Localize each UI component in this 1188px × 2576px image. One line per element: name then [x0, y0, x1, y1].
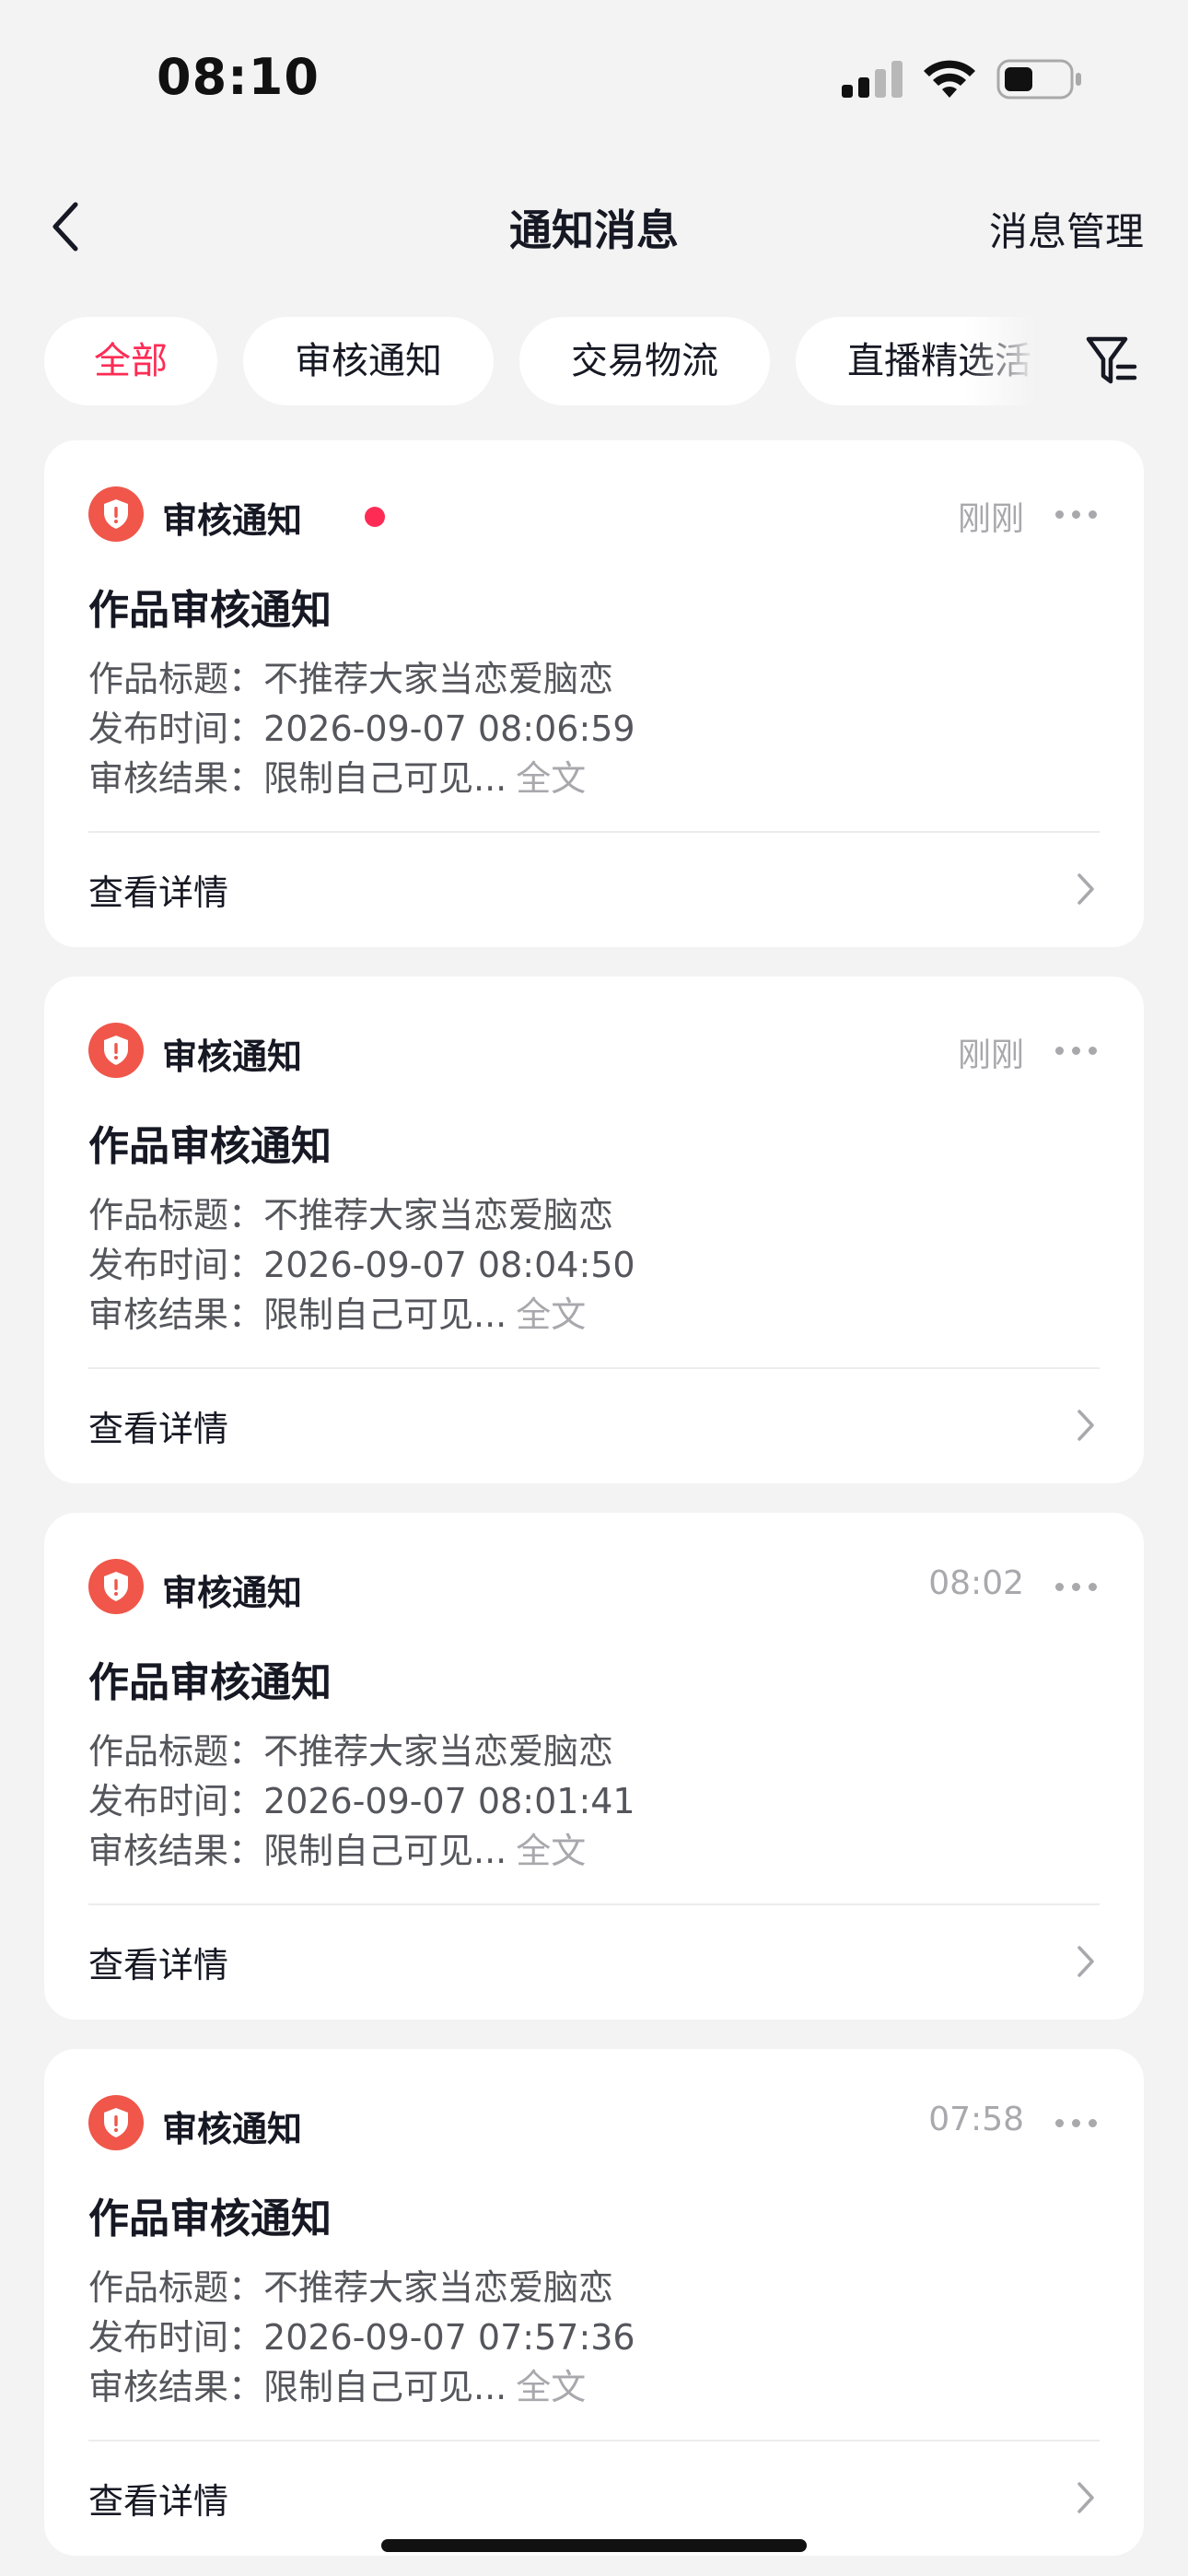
publish-time-line: 发布时间：2026-09-07 08:04:50: [88, 1245, 635, 1285]
card-title: 作品审核通知: [88, 1659, 332, 1706]
filter-icon[interactable]: [1083, 332, 1140, 391]
unread-dot: [365, 507, 385, 527]
full-text-link[interactable]: 全文: [516, 1831, 586, 1871]
card-header: 审核通知 08:02: [88, 1557, 1101, 1616]
tab-review[interactable]: 审核通知: [243, 317, 494, 405]
status-time: 08:10: [157, 48, 320, 106]
more-options-icon[interactable]: [1055, 1047, 1098, 1056]
work-title-line: 作品标题：不推荐大家当恋爱脑恋: [88, 1731, 614, 1772]
time-label: 07:58: [928, 2101, 1024, 2138]
tabs-fade: [965, 317, 1048, 405]
shield-alert-icon: [88, 1559, 144, 1614]
time-label: 刚刚: [957, 1036, 1024, 1074]
chevron-right-icon: [1077, 2482, 1094, 2513]
status-bar: 08:10: [0, 0, 1188, 157]
category-label: 审核通知: [162, 1036, 303, 1077]
notification-card[interactable]: 审核通知 07:58 作品审核通知 作品标题：不推荐大家当恋爱脑恋 发布时间：2…: [44, 2049, 1144, 2556]
category-label: 审核通知: [162, 500, 303, 541]
cellular-signal-icon: [842, 61, 904, 98]
review-result-line: 审核结果：限制自己可见... 全文: [88, 758, 587, 799]
manage-messages-button[interactable]: 消息管理: [989, 201, 1144, 257]
time-label: 刚刚: [957, 500, 1024, 538]
shield-alert-icon: [88, 2095, 144, 2150]
category-label: 审核通知: [162, 1573, 303, 1613]
work-title-line: 作品标题：不推荐大家当恋爱脑恋: [88, 2267, 614, 2308]
full-text-link[interactable]: 全文: [516, 1294, 586, 1335]
battery-icon: [996, 59, 1081, 100]
review-result-line: 审核结果：限制自己可见... 全文: [88, 2367, 587, 2407]
shield-alert-icon: [88, 486, 144, 542]
category-label: 审核通知: [162, 2109, 303, 2149]
wifi-icon: [924, 60, 975, 98]
tab-all[interactable]: 全部: [44, 317, 217, 405]
chevron-right-icon: [1077, 1410, 1094, 1441]
category-tabs: 全部 审核通知 交易物流 直播精选活: [44, 317, 1048, 405]
view-detail-link[interactable]: 查看详情: [88, 2473, 228, 2523]
publish-time-line: 发布时间：2026-09-07 07:57:36: [88, 2317, 635, 2358]
divider: [88, 831, 1100, 833]
more-options-icon[interactable]: [1055, 2119, 1098, 2128]
notification-card[interactable]: 审核通知 刚刚 作品审核通知 作品标题：不推荐大家当恋爱脑恋 发布时间：2026…: [44, 977, 1144, 1483]
more-options-icon[interactable]: [1055, 1583, 1098, 1592]
time-label: 08:02: [928, 1564, 1024, 1602]
card-title: 作品审核通知: [88, 587, 332, 634]
view-detail-link[interactable]: 查看详情: [88, 1400, 228, 1451]
card-header: 审核通知 07:58: [88, 2093, 1101, 2152]
full-text-link[interactable]: 全文: [516, 2367, 586, 2407]
work-title-line: 作品标题：不推荐大家当恋爱脑恋: [88, 1195, 614, 1235]
publish-time-line: 发布时间：2026-09-07 08:06:59: [88, 708, 635, 749]
notification-card[interactable]: 审核通知 刚刚 作品审核通知 作品标题：不推荐大家当恋爱脑恋 发布时间：2026…: [44, 440, 1144, 947]
card-header: 审核通知 刚刚: [88, 485, 1101, 544]
review-result-line: 审核结果：限制自己可见... 全文: [88, 1294, 587, 1335]
card-header: 审核通知 刚刚: [88, 1021, 1101, 1080]
card-title: 作品审核通知: [88, 1123, 332, 1170]
divider: [88, 2440, 1100, 2441]
work-title-line: 作品标题：不推荐大家当恋爱脑恋: [88, 659, 614, 699]
home-indicator[interactable]: [381, 2539, 807, 2552]
publish-time-line: 发布时间：2026-09-07 08:01:41: [88, 1781, 635, 1821]
divider: [88, 1367, 1100, 1369]
card-title: 作品审核通知: [88, 2195, 332, 2242]
nav-bar: 通知消息 消息管理: [0, 175, 1188, 276]
chevron-right-icon: [1077, 1946, 1094, 1977]
view-detail-link[interactable]: 查看详情: [88, 864, 228, 915]
full-text-link[interactable]: 全文: [516, 758, 586, 799]
divider: [88, 1903, 1100, 1905]
notification-card[interactable]: 审核通知 08:02 作品审核通知 作品标题：不推荐大家当恋爱脑恋 发布时间：2…: [44, 1513, 1144, 2020]
review-result-line: 审核结果：限制自己可见... 全文: [88, 1831, 587, 1871]
more-options-icon[interactable]: [1055, 510, 1098, 520]
view-detail-link[interactable]: 查看详情: [88, 1937, 228, 1987]
tab-trade-logistics[interactable]: 交易物流: [519, 317, 770, 405]
shield-alert-icon: [88, 1023, 144, 1078]
chevron-right-icon: [1077, 873, 1094, 905]
